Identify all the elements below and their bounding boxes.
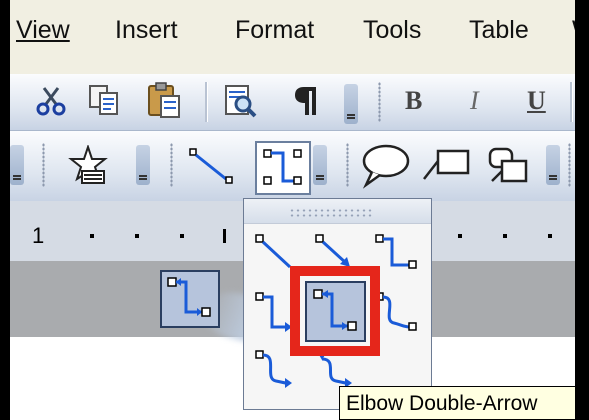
- menu-table[interactable]: Table: [469, 16, 529, 45]
- copy-icon[interactable]: [86, 82, 122, 118]
- drawing-toolbar: [10, 131, 575, 202]
- toolbar-separator: [570, 82, 573, 122]
- callout-icon[interactable]: [360, 143, 412, 189]
- ruler-mark: [180, 234, 184, 238]
- tooltip: Elbow Double-Arrow: [339, 386, 589, 420]
- menu-bar: View Insert Format Tools Table W: [10, 0, 589, 75]
- group-shapes-icon[interactable]: [484, 143, 536, 189]
- screen-border-left: [0, 0, 10, 420]
- line-icon[interactable]: [188, 145, 238, 187]
- toolbar-options-chevron[interactable]: [313, 145, 327, 185]
- screen-border-right: [575, 0, 589, 420]
- menu-view[interactable]: View: [16, 16, 70, 45]
- toolbar-grip[interactable]: [378, 82, 381, 122]
- toolbar-grip[interactable]: [170, 143, 173, 187]
- elbow-double-arrow-icon: [167, 277, 211, 317]
- show-formatting-icon[interactable]: [292, 84, 320, 118]
- curved-connector-icon[interactable]: [374, 291, 420, 337]
- toolbar-options-chevron[interactable]: [136, 145, 150, 185]
- ruler-mark: [458, 234, 462, 238]
- menu-tools[interactable]: Tools: [363, 16, 421, 45]
- toolbar-options-chevron[interactable]: [546, 145, 560, 185]
- palette-drag-handle[interactable]: [289, 208, 373, 218]
- ruler-mark: [548, 234, 552, 238]
- bold-button[interactable]: B: [405, 86, 422, 116]
- print-preview-icon[interactable]: [220, 82, 260, 120]
- cut-icon[interactable]: [34, 84, 68, 118]
- connector-menu-button[interactable]: [255, 141, 311, 195]
- ruler-tick: [223, 229, 226, 243]
- underline-button[interactable]: U: [527, 86, 546, 116]
- ruler-mark: [503, 234, 507, 238]
- draw-menu-icon[interactable]: [68, 145, 116, 189]
- standard-toolbar: B I U: [10, 74, 575, 131]
- ruler-mark: [90, 234, 94, 238]
- italic-button[interactable]: I: [470, 86, 479, 116]
- toolbar-options-chevron[interactable]: [344, 84, 358, 124]
- highlight-box: [290, 266, 380, 356]
- connector-icon: [263, 149, 302, 185]
- ruler-mark: [135, 234, 139, 238]
- toolbar-grip[interactable]: [42, 143, 45, 187]
- paste-icon[interactable]: [144, 80, 184, 120]
- toolbar-grip[interactable]: [346, 143, 349, 187]
- menu-view-label: View: [16, 16, 70, 44]
- rectangle-callout-icon[interactable]: [420, 145, 476, 185]
- ruler-number: 1: [32, 223, 45, 248]
- toolbar-grip[interactable]: [568, 143, 571, 187]
- toolbar-separator: [205, 82, 208, 122]
- word-window: View Insert Format Tools Table W: [0, 0, 589, 420]
- elbow-connector-icon[interactable]: [374, 233, 420, 275]
- dragged-connector: [160, 270, 220, 328]
- toolbar-options-chevron[interactable]: [10, 145, 24, 185]
- menu-insert[interactable]: Insert: [115, 16, 178, 45]
- menu-format[interactable]: Format: [235, 16, 314, 45]
